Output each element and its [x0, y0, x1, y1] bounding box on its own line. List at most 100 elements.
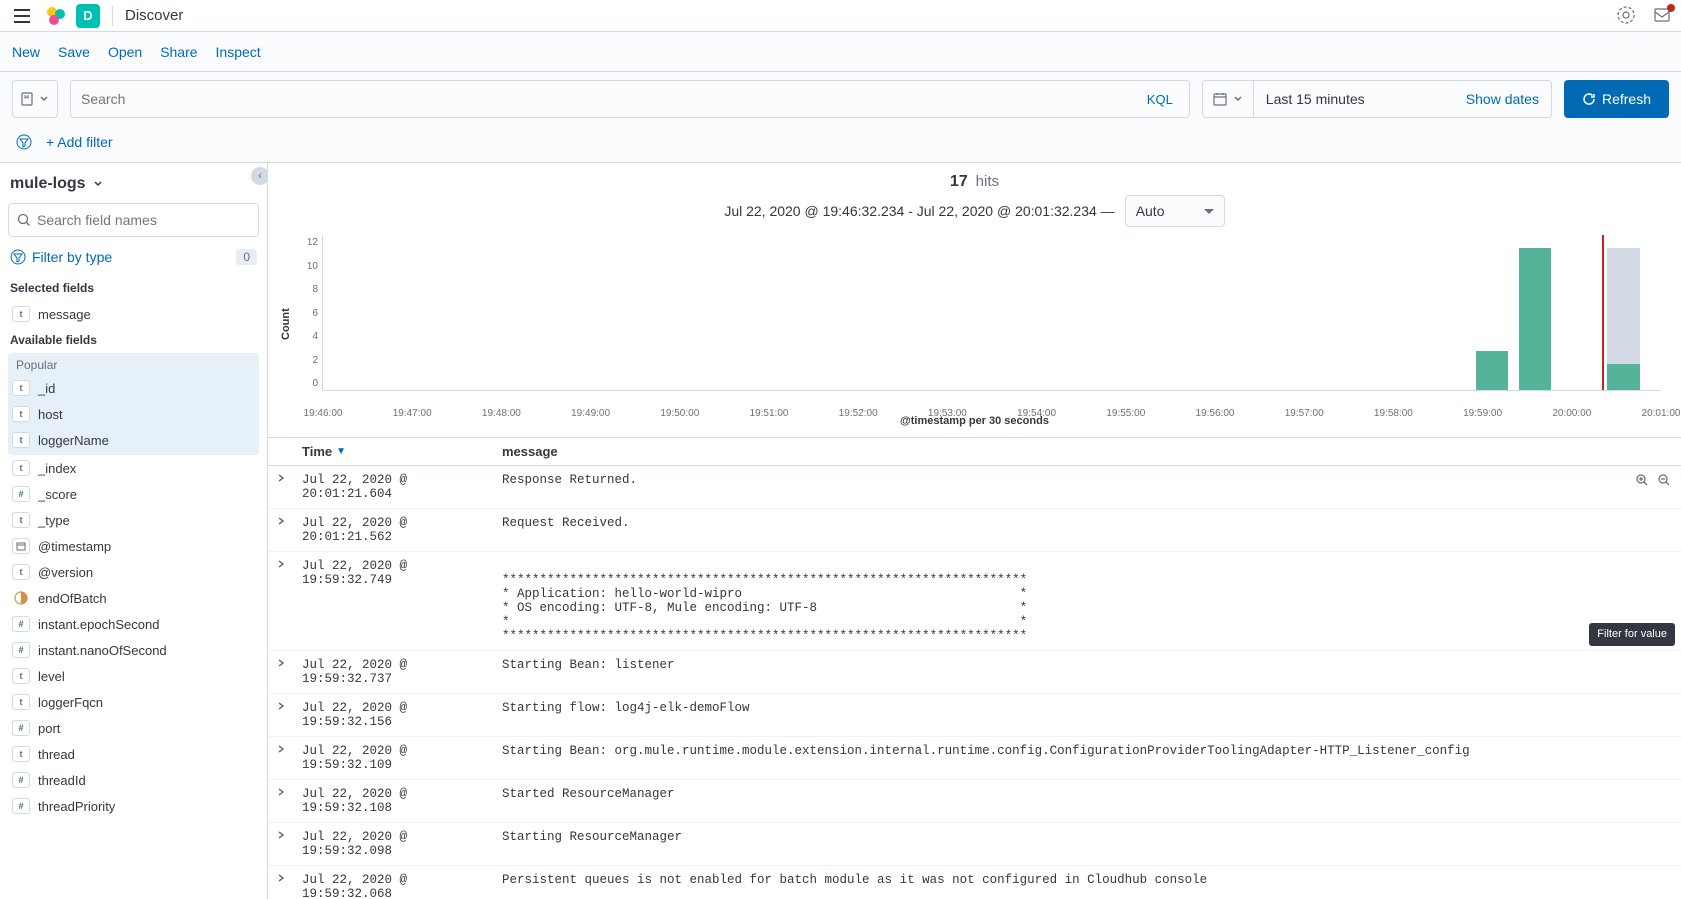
- field-@version[interactable]: t@version: [8, 559, 259, 585]
- filter-by-type-link[interactable]: Filter by type: [10, 249, 112, 265]
- cell-time: Jul 22, 2020 @ 19:59:32.749: [294, 552, 494, 651]
- table-row[interactable]: Jul 22, 2020 @ 19:59:32.749 ************…: [268, 552, 1681, 651]
- show-dates-link[interactable]: Show dates: [1454, 91, 1551, 107]
- chart-bar[interactable]: [1476, 351, 1508, 390]
- newsfeed-icon[interactable]: [1653, 6, 1673, 26]
- field-threadPriority[interactable]: #threadPriority: [8, 793, 259, 819]
- field-threadId[interactable]: #threadId: [8, 767, 259, 793]
- table-row[interactable]: Jul 22, 2020 @ 20:01:21.562Request Recei…: [268, 509, 1681, 552]
- sort-desc-icon: ▼: [336, 446, 346, 457]
- cell-message: ****************************************…: [494, 552, 1681, 651]
- y-axis-label: Count: [278, 235, 294, 413]
- expand-row-toggle[interactable]: [268, 466, 294, 509]
- table-row[interactable]: Jul 22, 2020 @ 19:59:32.098Starting Reso…: [268, 823, 1681, 866]
- cell-message: Persistent queues is not enabled for bat…: [494, 866, 1681, 899]
- interval-select[interactable]: Auto: [1125, 195, 1225, 227]
- field-level[interactable]: tlevel: [8, 663, 259, 689]
- table-row[interactable]: Jul 22, 2020 @ 19:59:32.109Starting Bean…: [268, 737, 1681, 780]
- hits-label: hits: [976, 173, 999, 190]
- hits-count: 17: [950, 173, 968, 190]
- field-_index[interactable]: t_index: [8, 455, 259, 481]
- field-_score[interactable]: #_score: [8, 481, 259, 507]
- time-column-header[interactable]: Time ▼: [294, 438, 494, 466]
- cell-time: Jul 22, 2020 @ 19:59:32.108: [294, 780, 494, 823]
- menubar: New Save Open Share Inspect: [0, 32, 1681, 72]
- expand-row-toggle[interactable]: [268, 737, 294, 780]
- field-@timestamp[interactable]: @timestamp: [8, 533, 259, 559]
- expand-row-toggle[interactable]: [268, 694, 294, 737]
- table-row[interactable]: Jul 22, 2020 @ 20:01:21.604Response Retu…: [268, 466, 1681, 509]
- field-thread[interactable]: tthread: [8, 741, 259, 767]
- field-instant.nanoOfSecond[interactable]: #instant.nanoOfSecond: [8, 637, 259, 663]
- cell-time: Jul 22, 2020 @ 19:59:32.098: [294, 823, 494, 866]
- date-range-display[interactable]: Last 15 minutes: [1254, 91, 1454, 107]
- field-message[interactable]: tmessage: [8, 301, 259, 327]
- table-row[interactable]: Jul 22, 2020 @ 19:59:32.156Starting flow…: [268, 694, 1681, 737]
- filter-out-value-icon[interactable]: [1657, 473, 1673, 489]
- expand-row-toggle[interactable]: [268, 823, 294, 866]
- filter-tooltip: Filter for value: [1589, 623, 1675, 646]
- menu-inspect[interactable]: Inspect: [216, 44, 261, 60]
- menu-share[interactable]: Share: [160, 44, 197, 60]
- table-row[interactable]: Jul 22, 2020 @ 19:59:32.068Persistent qu…: [268, 866, 1681, 899]
- field-loggerName[interactable]: tloggerName: [8, 427, 259, 453]
- search-input[interactable]: [81, 91, 1141, 107]
- help-icon[interactable]: [1617, 6, 1637, 26]
- cell-message: Starting flow: log4j-elk-demoFlow: [494, 694, 1681, 737]
- filter-by-type-label: Filter by type: [32, 249, 112, 265]
- filter-for-value-icon[interactable]: [1635, 473, 1651, 489]
- field-port[interactable]: #port: [8, 715, 259, 741]
- app-title: Discover: [125, 7, 183, 24]
- filter-count-badge: 0: [236, 249, 257, 265]
- time-range-text: Jul 22, 2020 @ 19:46:32.234 - Jul 22, 20…: [724, 203, 1114, 219]
- notification-dot: [1667, 4, 1675, 12]
- popular-label: Popular: [8, 353, 259, 375]
- expand-row-toggle[interactable]: [268, 651, 294, 694]
- menu-open[interactable]: Open: [108, 44, 142, 60]
- menu-new[interactable]: New: [12, 44, 40, 60]
- chart-bar[interactable]: [1519, 248, 1551, 390]
- cell-message: Starting Bean: org.mule.runtime.module.e…: [494, 737, 1681, 780]
- field-host[interactable]: thost: [8, 401, 259, 427]
- cell-message: Starting Bean: listener: [494, 651, 1681, 694]
- saved-query-picker[interactable]: [12, 80, 58, 118]
- field-loggerFqcn[interactable]: tloggerFqcn: [8, 689, 259, 715]
- field-_id[interactable]: t_id: [8, 375, 259, 401]
- index-pattern-label: mule-logs: [10, 175, 86, 193]
- message-column-header[interactable]: message: [494, 438, 1681, 466]
- kql-toggle[interactable]: KQL: [1141, 92, 1179, 107]
- field-endOfBatch[interactable]: endOfBatch: [8, 585, 259, 611]
- filter-options-button[interactable]: [12, 130, 36, 154]
- table-row[interactable]: Jul 22, 2020 @ 19:59:32.737Starting Bean…: [268, 651, 1681, 694]
- cell-message: Response Returned.: [494, 466, 1681, 509]
- date-quick-select[interactable]: [1203, 81, 1254, 117]
- selected-fields-label: Selected fields: [8, 275, 259, 301]
- search-icon: [17, 213, 31, 227]
- nav-menu-button[interactable]: [8, 2, 36, 30]
- cell-time: Jul 22, 2020 @ 19:59:32.737: [294, 651, 494, 694]
- field-_type[interactable]: t_type: [8, 507, 259, 533]
- app-badge[interactable]: D: [76, 4, 100, 28]
- expand-row-toggle[interactable]: [268, 780, 294, 823]
- chart-bar[interactable]: [1607, 364, 1639, 390]
- collapse-sidebar-button[interactable]: ‹: [251, 167, 268, 185]
- cell-time: Jul 22, 2020 @ 20:01:21.604: [294, 466, 494, 509]
- expand-row-toggle[interactable]: [268, 509, 294, 552]
- table-row[interactable]: Jul 22, 2020 @ 19:59:32.108Started Resou…: [268, 780, 1681, 823]
- cell-time: Jul 22, 2020 @ 19:59:32.068: [294, 866, 494, 899]
- cell-time: Jul 22, 2020 @ 20:01:21.562: [294, 509, 494, 552]
- elastic-logo[interactable]: [44, 4, 68, 28]
- index-pattern-selector[interactable]: mule-logs: [8, 171, 259, 203]
- field-instant.epochSecond[interactable]: #instant.epochSecond: [8, 611, 259, 637]
- expand-row-toggle[interactable]: [268, 866, 294, 899]
- field-search-input[interactable]: [37, 212, 250, 228]
- add-filter-link[interactable]: + Add filter: [46, 134, 113, 150]
- documents-table: Time ▼ message Jul 22, 2020 @ 20:01:21.6…: [268, 437, 1681, 899]
- refresh-button[interactable]: Refresh: [1564, 80, 1669, 118]
- menu-save[interactable]: Save: [58, 44, 90, 60]
- histogram-chart[interactable]: Count 121086420 19:46:0019:47:0019:48:00…: [268, 235, 1681, 413]
- interval-value: Auto: [1136, 203, 1165, 219]
- cell-message: Started ResourceManager: [494, 780, 1681, 823]
- expand-row-toggle[interactable]: [268, 552, 294, 651]
- refresh-label: Refresh: [1602, 91, 1651, 107]
